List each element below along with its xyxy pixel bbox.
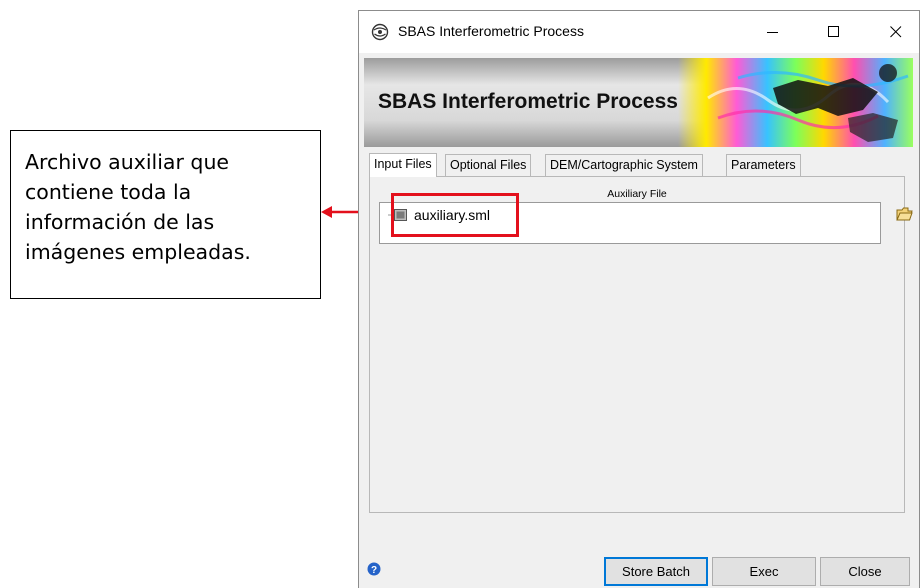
highlight-box [391,193,519,237]
tab-parameters[interactable]: Parameters [726,154,801,176]
window-title: SBAS Interferometric Process [398,23,584,39]
app-icon [371,23,389,41]
maximize-icon [828,26,839,37]
minimize-button[interactable] [750,11,796,53]
interferogram-image [678,58,913,147]
annotation-line-1: Archivo auxiliar que [25,150,230,174]
tab-optional-files[interactable]: Optional Files [445,154,532,176]
help-icon[interactable]: ? [367,562,381,576]
annotation-line-3: información de las [25,210,215,234]
annotation-line-2: contiene toda la [25,180,192,204]
annotation-line-4: imágenes empleadas. [25,240,251,264]
tab-dem-cartographic-system[interactable]: DEM/Cartographic System [545,154,703,176]
store-batch-button[interactable]: Store Batch [604,557,708,586]
close-icon [890,26,902,38]
open-folder-icon[interactable] [896,206,913,222]
close-window-button[interactable] [873,11,919,53]
close-button[interactable]: Close [820,557,910,586]
banner-title: SBAS Interferometric Process [378,90,678,113]
tab-input-files[interactable]: Input Files [369,153,437,177]
maximize-button[interactable] [811,11,857,53]
title-bar[interactable]: SBAS Interferometric Process [359,11,919,53]
exec-button[interactable]: Exec [712,557,816,586]
minimize-icon [767,32,778,33]
annotation-callout: Archivo auxiliar que contiene toda la in… [10,130,321,299]
svg-text:?: ? [371,565,377,576]
dialog-window: SBAS Interferometric Process SBAS Interf… [358,10,920,588]
header-banner: SBAS Interferometric Process [364,58,913,147]
